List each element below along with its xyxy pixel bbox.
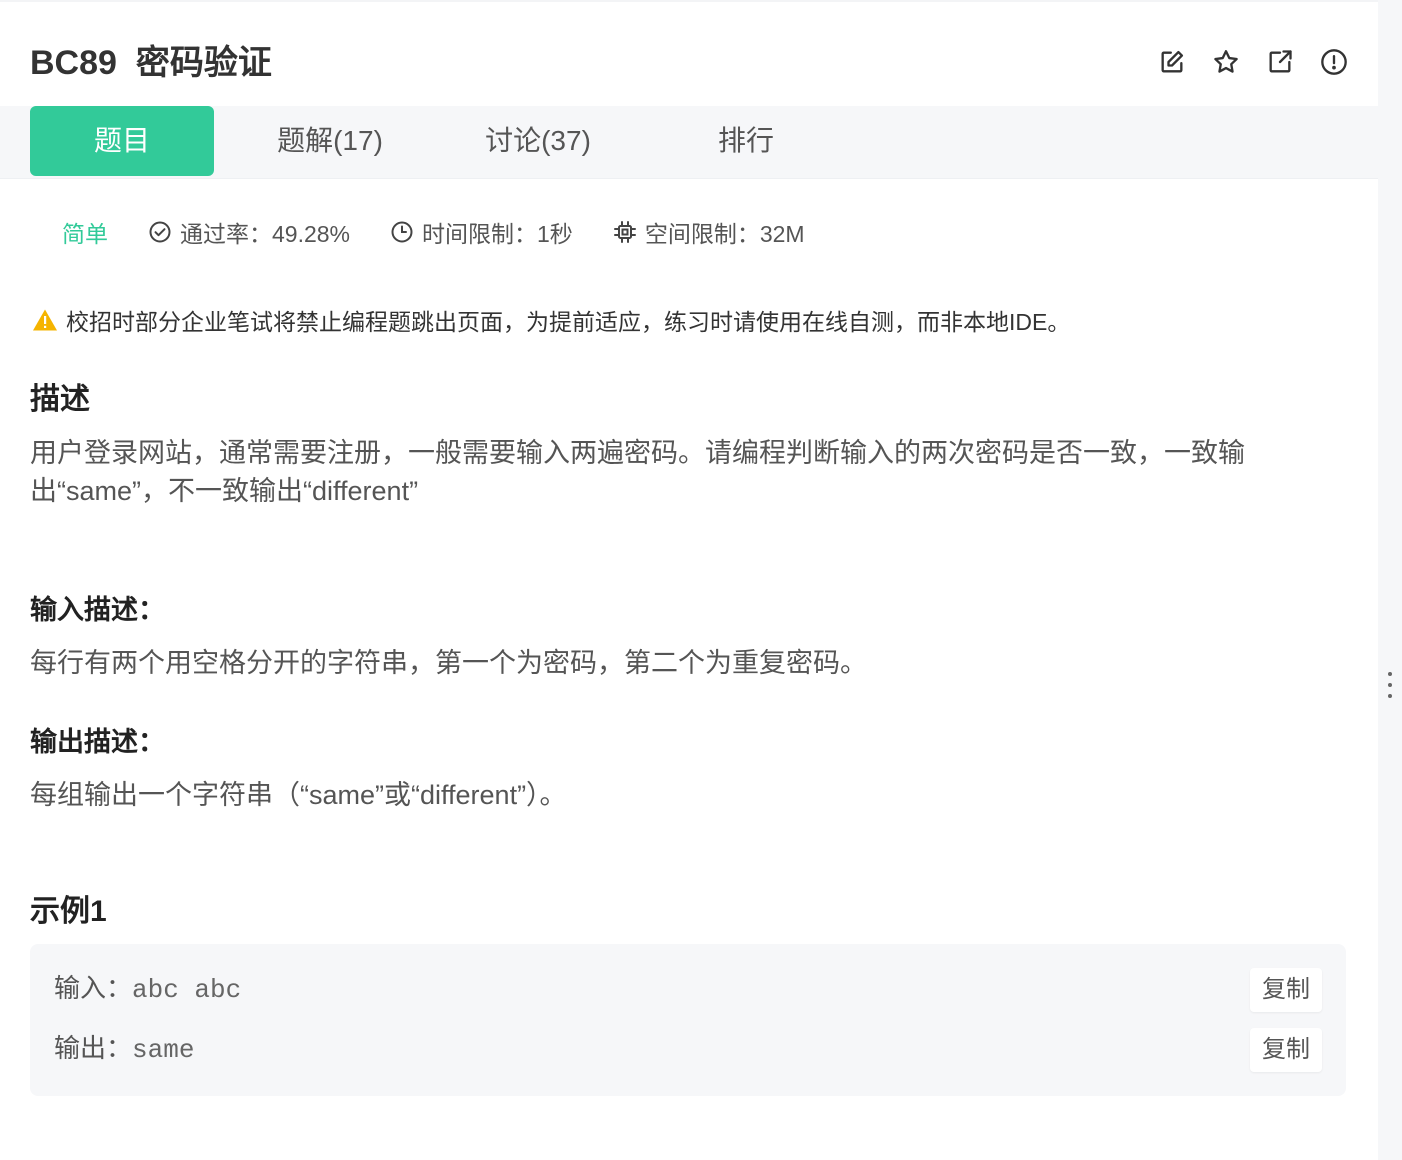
example-output-row: 输出：same [54,1028,194,1068]
title-actions [1156,46,1350,78]
problem-panel: BC89 密码验证 题目 题解(17) 讨论(37) 排行 简单 通过率：49.… [0,0,1378,1160]
drag-handle-icon[interactable] [1386,672,1394,706]
edit-icon[interactable] [1156,46,1188,78]
description-text: 用户登录网站，通常需要注册，一般需要输入两遍密码。请编程判断输入的两次密码是否一… [30,438,1245,506]
time-limit: 时间限制：1秒 [390,215,573,249]
difficulty-badge: 简单 [62,221,108,247]
tab-ranking[interactable]: 排行 [656,106,836,176]
external-link-icon[interactable] [1264,46,1296,78]
resize-gutter[interactable] [1378,0,1402,1160]
pass-rate-text: 通过率：49.28% [180,221,351,247]
problem-meta: 简单 通过率：49.28% 时间限制：1秒 空间限制：32M [62,210,845,254]
time-limit-text: 时间限制：1秒 [422,221,573,247]
space-limit-text: 空间限制：32M [644,221,805,247]
tab-bar: 题目 题解(17) 讨论(37) 排行 [0,106,1378,179]
example-input-row: 输入：abc abc [54,968,241,1008]
check-circle-icon [149,221,171,243]
star-icon[interactable] [1210,46,1242,78]
notice-text: 校招时部分企业笔试将禁止编程题跳出页面，为提前适应，练习时请使用在线自测，而非本… [66,309,1071,335]
output-desc-heading: 输出描述： [30,727,165,757]
output-desc-text: 每组输出一个字符串（“same”或“different”）。 [30,780,567,810]
warning-icon [33,309,57,331]
alert-circle-icon[interactable] [1318,46,1350,78]
input-desc-text: 每行有两个用空格分开的字符串，第一个为密码，第二个为重复密码。 [30,648,867,678]
example-heading: 示例1 [30,895,107,928]
example-output-value: same [132,1035,195,1065]
title-row: BC89 密码验证 [30,38,1350,88]
tab-problem[interactable]: 题目 [30,106,214,176]
tab-solutions[interactable]: 题解(17) [240,106,420,176]
space-limit: 空间限制：32M [613,215,805,249]
problem-title: BC89 密码验证 [30,44,272,82]
example-output-label: 输出： [54,1033,133,1063]
ide-notice: 校招时部分企业笔试将禁止编程题跳出页面，为提前适应，练习时请使用在线自测，而非本… [32,302,1070,338]
example-box: 输入：abc abc 复制 输出：same 复制 [30,944,1346,1096]
copy-output-button[interactable]: 复制 [1250,1028,1322,1072]
cpu-chip-icon [613,221,636,243]
example-input-value: abc abc [132,975,242,1005]
pass-rate: 通过率：49.28% [148,215,350,249]
example-input-label: 输入： [54,973,133,1003]
input-desc-heading: 输入描述： [30,595,165,625]
tab-discussion[interactable]: 讨论(37) [448,106,628,176]
copy-input-button[interactable]: 复制 [1250,968,1322,1012]
description-heading: 描述 [30,383,90,416]
clock-icon [391,221,413,243]
